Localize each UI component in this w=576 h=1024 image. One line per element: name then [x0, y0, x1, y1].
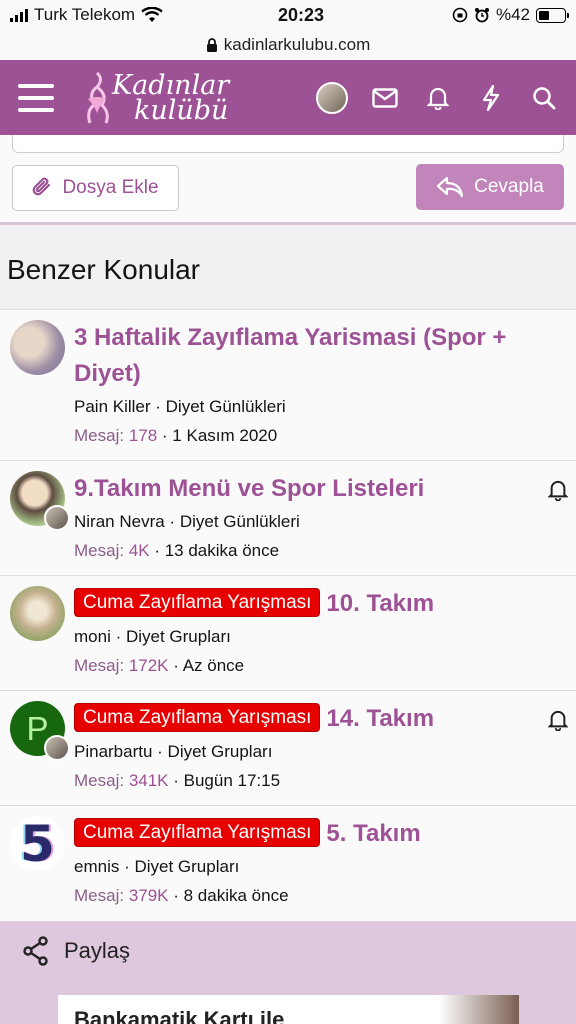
- replies-label: Mesaj:: [74, 426, 125, 445]
- attach-file-button[interactable]: Dosya Ekle: [12, 165, 179, 211]
- thread-author[interactable]: Pain Killer: [74, 397, 151, 416]
- thread-stats: Mesaj: 341K · Bugün 17:15: [74, 771, 281, 790]
- last-poster-avatar[interactable]: [44, 505, 70, 531]
- avatar-letter: 5: [20, 814, 55, 873]
- url-text: kadinlarkulubu.com: [223, 35, 371, 54]
- thread-date: Az önce: [182, 656, 245, 675]
- thread-title[interactable]: Cuma Zayıflama Yarışması 10. Takım: [74, 586, 568, 622]
- similar-threads-heading: Benzer Konular: [0, 228, 576, 310]
- thread-source: Pinarbartu · Diyet Grupları: [74, 742, 273, 761]
- thread-prefix-badge[interactable]: Cuma Zayıflama Yarışması: [74, 703, 321, 732]
- thread-author[interactable]: Pinarbartu: [74, 742, 152, 761]
- thread-title[interactable]: Cuma Zayıflama Yarışması 5. Takım: [74, 816, 568, 852]
- thread-stats: Mesaj: 178 · 1 Kasım 2020: [74, 426, 278, 445]
- search-icon[interactable]: [527, 81, 560, 114]
- paperclip-icon: [33, 177, 51, 196]
- thread-author[interactable]: moni: [74, 627, 111, 646]
- thread-title[interactable]: 9.Takım Menü ve Spor Listeleri: [74, 471, 568, 507]
- thread-forum[interactable]: Diyet Grupları: [168, 742, 273, 761]
- thread-forum[interactable]: Diyet Grupları: [126, 627, 231, 646]
- address-bar[interactable]: kadinlarkulubu.com: [0, 30, 576, 60]
- advertisement[interactable]: Bankamatik Kartı ile: [58, 995, 519, 1024]
- thread-row[interactable]: 3 Haftalik Zayıflama Yarismasi (Spor + D…: [0, 310, 576, 461]
- clock: 20:23: [277, 4, 324, 25]
- thread-stats: Mesaj: 4K · 13 dakika önce: [74, 541, 280, 560]
- replies-count: 341K: [128, 771, 169, 790]
- wifi-icon: [141, 7, 163, 22]
- site-header: Kadınlar kulübü: [0, 60, 576, 135]
- replies-label: Mesaj:: [74, 886, 125, 905]
- menu-icon[interactable]: [18, 83, 54, 112]
- thread-prefix-badge[interactable]: Cuma Zayıflama Yarışması: [74, 588, 321, 617]
- replies-label: Mesaj:: [74, 541, 125, 560]
- thread-forum[interactable]: Diyet Günlükleri: [166, 397, 286, 416]
- thread-row[interactable]: P Cuma Zayıflama Yarışması 14. Takım Pina…: [0, 691, 576, 806]
- site-logo[interactable]: Kadınlar kulübü: [82, 71, 229, 125]
- replies-count: 379K: [128, 886, 169, 905]
- replies-label: Mesaj:: [74, 656, 125, 675]
- thread-avatar[interactable]: 5: [10, 814, 65, 873]
- thread-source: Pain Killer · Diyet Günlükleri: [74, 397, 286, 416]
- logo-line2: kulübü: [134, 94, 229, 126]
- thread-date: 13 dakika önce: [164, 541, 280, 560]
- thread-author[interactable]: emnis: [74, 857, 119, 876]
- replies-count: 172K: [128, 656, 169, 675]
- thread-row[interactable]: 9.Takım Menü ve Spor Listeleri Niran Nev…: [0, 461, 576, 576]
- watched-bell-icon[interactable]: [548, 479, 568, 501]
- thread-row[interactable]: 5 Cuma Zayıflama Yarışması 5. Takım emnis…: [0, 806, 576, 921]
- replies-count: 178: [128, 426, 158, 445]
- replies-count: 4K: [128, 541, 150, 560]
- thread-source: Niran Nevra · Diyet Günlükleri: [74, 512, 300, 531]
- status-bar: Turk Telekom 20:23 %42: [0, 0, 576, 30]
- bell-icon[interactable]: [421, 81, 454, 114]
- thread-avatar[interactable]: [10, 586, 65, 641]
- carrier-name: Turk Telekom: [34, 5, 136, 24]
- thread-source: emnis · Diyet Grupları: [74, 857, 240, 876]
- reply-button[interactable]: Cevapla: [416, 164, 564, 210]
- thread-author[interactable]: Niran Nevra: [74, 512, 165, 531]
- message-editor[interactable]: [12, 135, 564, 153]
- bolt-icon[interactable]: [474, 81, 507, 114]
- lock-icon: [206, 37, 217, 52]
- share-icon: [23, 936, 48, 966]
- signal-icon: [10, 8, 28, 22]
- watched-bell-icon[interactable]: [548, 709, 568, 731]
- inbox-icon[interactable]: [368, 81, 401, 114]
- thread-date: 1 Kasım 2020: [172, 426, 278, 445]
- last-poster-avatar[interactable]: [44, 735, 70, 761]
- thread-forum[interactable]: Diyet Grupları: [134, 857, 239, 876]
- orientation-lock-icon: [452, 7, 468, 23]
- battery-percent: %42: [495, 5, 530, 24]
- share-label: Paylaş: [64, 938, 131, 963]
- replies-label: Mesaj:: [74, 771, 125, 790]
- thread-stats: Mesaj: 172K · Az önce: [74, 656, 245, 675]
- share-button[interactable]: Paylaş: [0, 921, 576, 981]
- similar-threads-list: 3 Haftalik Zayıflama Yarismasi (Spor + D…: [0, 310, 576, 921]
- alarm-icon: [474, 8, 489, 23]
- thread-date: 8 dakika önce: [183, 886, 289, 905]
- thread-title[interactable]: Cuma Zayıflama Yarışması 14. Takım: [74, 701, 568, 737]
- thread-avatar[interactable]: [10, 320, 65, 375]
- reply-icon: [437, 176, 464, 198]
- battery-icon: [536, 7, 569, 23]
- thread-title[interactable]: 3 Haftalik Zayıflama Yarismasi (Spor + D…: [74, 320, 568, 392]
- thread-prefix-badge[interactable]: Cuma Zayıflama Yarışması: [74, 818, 321, 847]
- thread-date: Bugün 17:15: [183, 771, 281, 790]
- thread-forum[interactable]: Diyet Günlükleri: [180, 512, 300, 531]
- ad-image: [439, 995, 519, 1024]
- thread-row[interactable]: Cuma Zayıflama Yarışması 10. Takım moni ·…: [0, 576, 576, 691]
- attach-file-label: Dosya Ekle: [62, 177, 159, 198]
- user-avatar[interactable]: [316, 81, 348, 114]
- thread-source: moni · Diyet Grupları: [74, 627, 231, 646]
- thread-stats: Mesaj: 379K · 8 dakika önce: [74, 886, 289, 905]
- reply-label: Cevapla: [474, 176, 544, 197]
- ballerina-logo-icon: [87, 71, 109, 124]
